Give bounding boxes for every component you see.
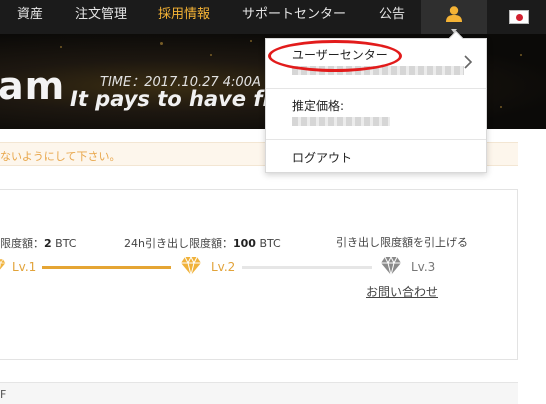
section-header: F bbox=[0, 382, 518, 404]
withdrawal-limits-card bbox=[0, 189, 518, 360]
highlight-oval bbox=[268, 40, 402, 72]
nav-item-orders[interactable]: 注文管理 bbox=[75, 0, 127, 34]
contact-us-link[interactable]: お問い合わせ bbox=[366, 283, 438, 300]
banner-title: am bbox=[0, 64, 66, 108]
estimated-value-item: 推定価格: bbox=[266, 89, 486, 140]
level-progress-bar-2 bbox=[242, 266, 372, 269]
user-icon bbox=[446, 6, 462, 22]
estimated-value-label: 推定価格: bbox=[292, 99, 345, 113]
nav-item-support[interactable]: サポートセンター bbox=[242, 0, 346, 34]
top-nav: 資産 注文管理 採用情報 サポートセンター 公告 bbox=[0, 0, 546, 38]
banner-tagline: It pays to have fri bbox=[70, 87, 281, 111]
blurred-estimated-value bbox=[292, 117, 390, 126]
chevron-right-icon bbox=[464, 55, 473, 69]
japan-flag-icon[interactable] bbox=[509, 10, 529, 24]
level-3-label: Lv.3 bbox=[411, 260, 436, 274]
lv2-limit-text: 24h引き出し限度額：100 BTC bbox=[124, 237, 281, 250]
level-2-label: Lv.2 bbox=[211, 260, 236, 274]
raise-limit-text: 引き出し限度額を引上げる bbox=[336, 236, 468, 249]
nav-item-careers[interactable]: 採用情報 bbox=[158, 0, 210, 34]
level-progress-bar-1 bbox=[42, 266, 171, 269]
diamond-gold-icon bbox=[181, 256, 201, 276]
notice-text: ないようにして下さい。 bbox=[0, 150, 121, 163]
lv1-limit-text: 限度額：2 BTC bbox=[0, 237, 77, 250]
section-header-text: F bbox=[0, 388, 7, 401]
nav-item-assets[interactable]: 資産 bbox=[17, 0, 43, 34]
nav-item-announcements[interactable]: 公告 bbox=[379, 0, 405, 34]
diamond-gold-icon bbox=[0, 259, 6, 270]
logout-menu-item[interactable]: ログアウト bbox=[292, 149, 352, 166]
diamond-gray-icon bbox=[381, 256, 401, 276]
level-1-label: Lv.1 bbox=[12, 260, 37, 274]
